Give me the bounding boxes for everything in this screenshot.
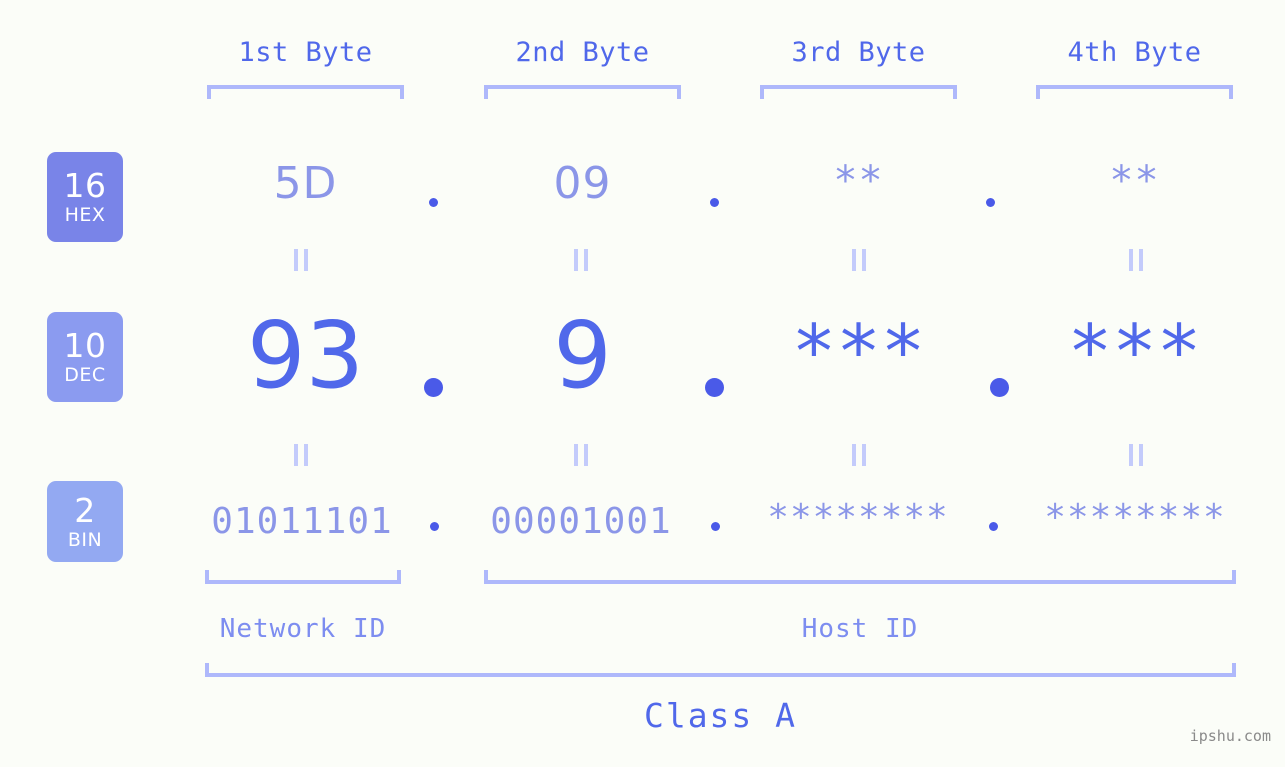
byte-header-4: 4th Byte bbox=[1067, 36, 1202, 68]
class-label: Class A bbox=[643, 695, 798, 735]
byte-bracket-4 bbox=[1036, 85, 1233, 99]
byte-header-1: 1st Byte bbox=[238, 36, 373, 68]
equals-marker-dec-bin-4 bbox=[1129, 444, 1143, 466]
hex-separator-dot-3 bbox=[986, 198, 995, 207]
dec-separator-dot-2 bbox=[705, 378, 724, 397]
equals-marker-dec-bin-3 bbox=[852, 444, 866, 466]
radix-badge-hex: 16 HEX bbox=[47, 152, 123, 242]
bin-byte-2: 00001001 bbox=[490, 500, 672, 542]
bin-byte-4: ******** bbox=[1044, 496, 1226, 538]
hex-byte-3: ** bbox=[833, 158, 884, 204]
ip-breakdown-diagram: 1st Byte 2nd Byte 3rd Byte 4th Byte 16 H… bbox=[0, 0, 1285, 767]
byte-bracket-1 bbox=[207, 85, 404, 99]
dec-byte-2: 9 bbox=[553, 301, 612, 409]
class-bracket bbox=[205, 663, 1236, 677]
byte-header-2: 2nd Byte bbox=[515, 36, 650, 68]
radix-badge-bin-number: 2 bbox=[74, 490, 96, 530]
radix-badge-hex-base: HEX bbox=[64, 204, 106, 226]
equals-marker-dec-bin-2 bbox=[574, 444, 588, 466]
dec-separator-dot-1 bbox=[424, 378, 443, 397]
hex-byte-1: 5D bbox=[273, 157, 338, 209]
dec-separator-dot-3 bbox=[990, 378, 1009, 397]
hex-separator-dot-1 bbox=[429, 198, 438, 207]
byte-bracket-3 bbox=[760, 85, 957, 99]
byte-header-3: 3rd Byte bbox=[791, 36, 926, 68]
equals-marker-dec-bin-1 bbox=[294, 444, 308, 466]
equals-marker-hex-dec-1 bbox=[294, 249, 308, 271]
bin-separator-dot-2 bbox=[711, 522, 720, 531]
radix-badge-dec-base: DEC bbox=[64, 364, 106, 386]
equals-marker-hex-dec-3 bbox=[852, 249, 866, 271]
hex-separator-dot-2 bbox=[710, 198, 719, 207]
dec-byte-4: *** bbox=[1067, 309, 1202, 395]
hex-byte-2: 09 bbox=[553, 157, 612, 209]
radix-badge-dec-number: 10 bbox=[63, 326, 107, 365]
bin-byte-1: 01011101 bbox=[211, 500, 393, 542]
hex-byte-4: ** bbox=[1109, 158, 1160, 204]
bin-byte-3: ******** bbox=[767, 496, 949, 538]
network-id-label: Network ID bbox=[219, 614, 387, 644]
network-id-bracket bbox=[205, 570, 401, 584]
host-id-bracket bbox=[484, 570, 1236, 584]
radix-badge-bin: 2 BIN bbox=[47, 481, 123, 562]
radix-badge-dec: 10 DEC bbox=[47, 312, 123, 402]
host-id-label: Host ID bbox=[801, 614, 919, 644]
dec-byte-3: *** bbox=[791, 309, 926, 395]
bin-separator-dot-1 bbox=[430, 522, 439, 531]
byte-bracket-2 bbox=[484, 85, 681, 99]
radix-badge-hex-number: 16 bbox=[63, 166, 107, 205]
site-watermark: ipshu.com bbox=[1189, 727, 1271, 745]
equals-marker-hex-dec-2 bbox=[574, 249, 588, 271]
dec-byte-1: 93 bbox=[246, 301, 365, 409]
radix-badge-bin-base: BIN bbox=[67, 528, 103, 551]
bin-separator-dot-3 bbox=[989, 522, 998, 531]
equals-marker-hex-dec-4 bbox=[1129, 249, 1143, 271]
